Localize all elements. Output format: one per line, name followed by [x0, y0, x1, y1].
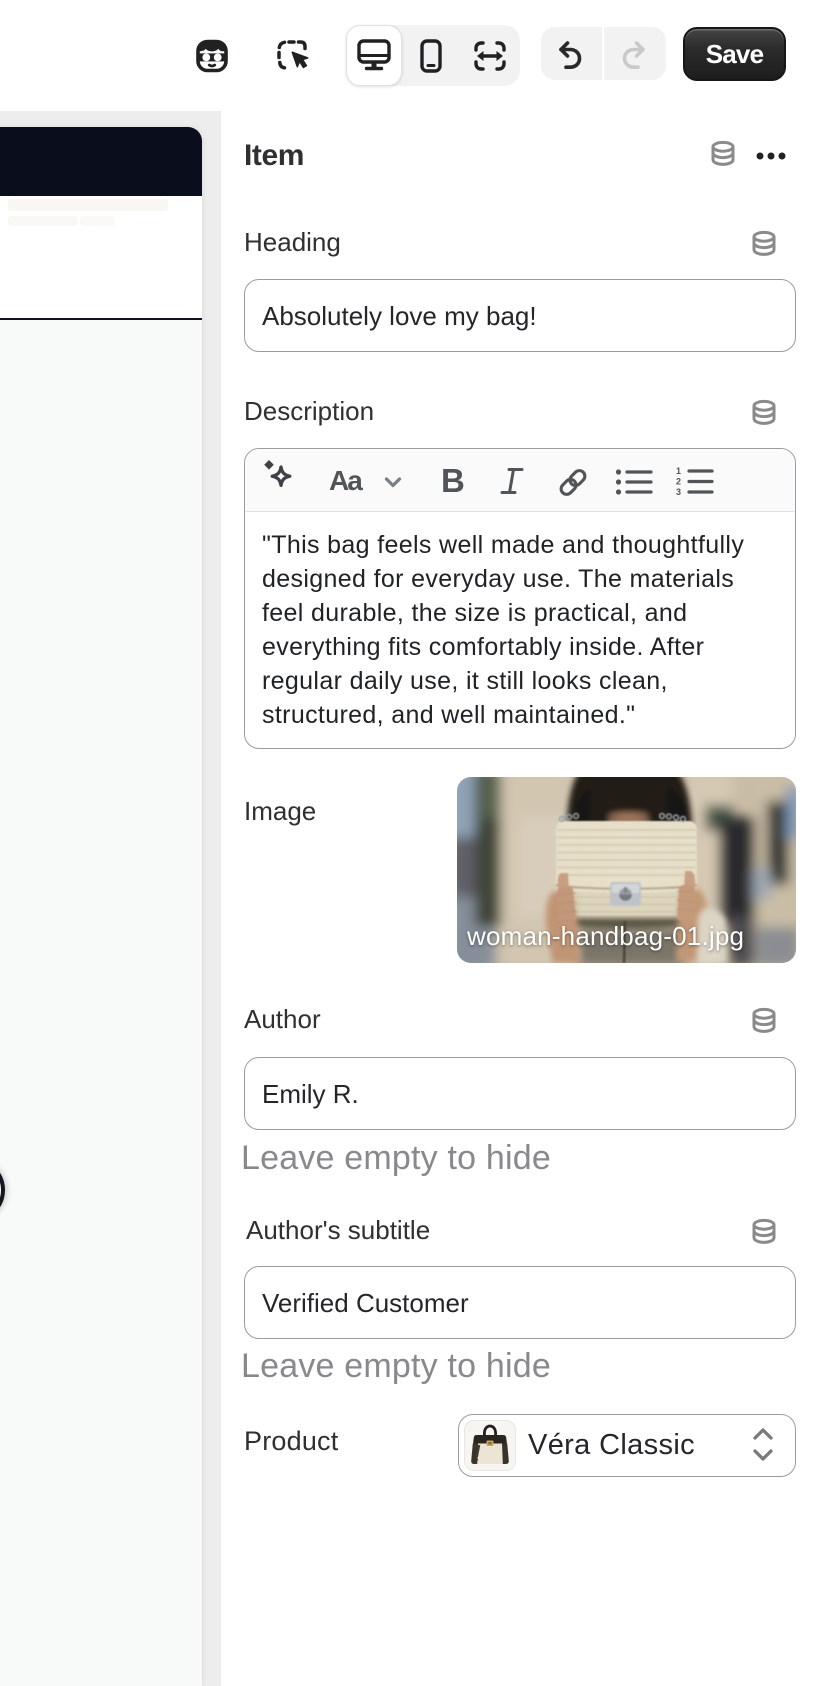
svg-text:2: 2	[676, 477, 681, 487]
svg-text:3: 3	[676, 487, 681, 497]
svg-text:1: 1	[676, 466, 681, 476]
